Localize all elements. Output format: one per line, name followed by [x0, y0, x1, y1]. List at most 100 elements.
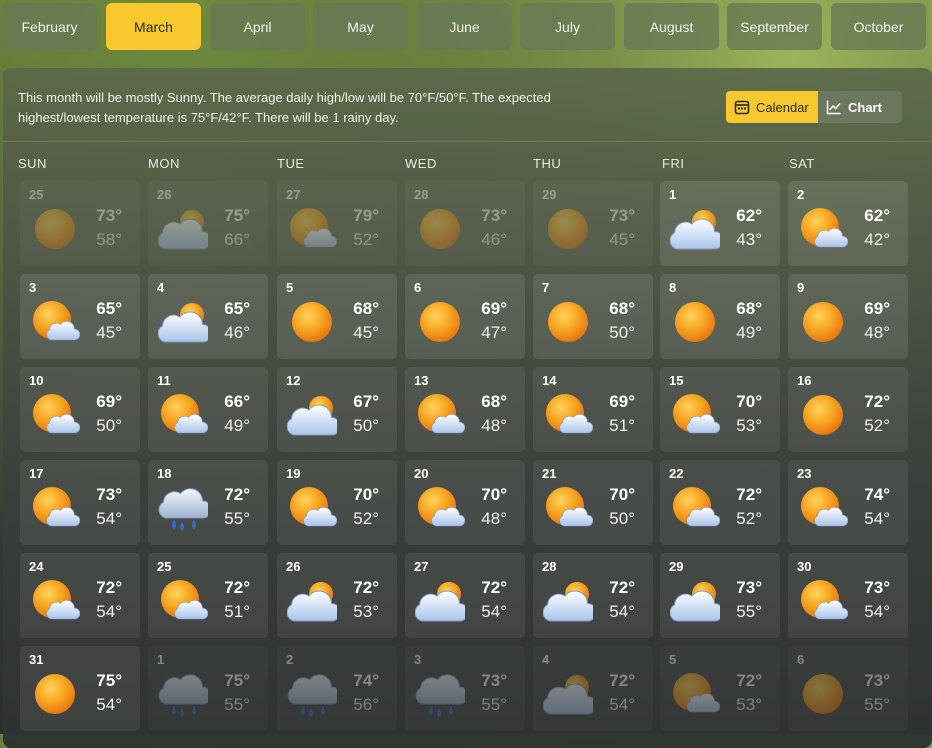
high-temperature: 67° [353, 392, 379, 411]
day-cell[interactable]: 27 79° 52° [277, 181, 397, 266]
day-cell[interactable]: 4 65° 46° [148, 274, 268, 359]
day-cell[interactable]: 4 72° 54° [533, 646, 653, 731]
low-temperature: 45° [353, 323, 379, 342]
tab-july[interactable]: July [520, 3, 615, 50]
day-cell[interactable]: 7 68° 50° [533, 274, 653, 359]
high-temperature: 72° [609, 671, 635, 690]
day-number: 27 [414, 559, 429, 574]
day-number: 30 [797, 559, 812, 574]
tab-april[interactable]: April [210, 3, 305, 50]
day-cell[interactable]: 6 73° 55° [788, 646, 908, 731]
sun-behind-cloud-icon [415, 582, 465, 622]
day-cell[interactable]: 25 72° 51° [148, 553, 268, 638]
day-cell[interactable]: 9 69° 48° [788, 274, 908, 359]
sun-small-cloud-icon [801, 208, 848, 248]
sun-icon [35, 209, 75, 249]
tab-february[interactable]: February [2, 3, 97, 50]
day-cell[interactable]: 14 69° 51° [533, 367, 653, 452]
day-cell[interactable]: 8 68° 49° [660, 274, 780, 359]
day-cell[interactable]: 28 73° 46° [405, 181, 525, 266]
day-cell[interactable]: 5 68° 45° [277, 274, 397, 359]
day-cell[interactable]: 3 73° 55° [405, 646, 525, 731]
tab-may[interactable]: May [313, 3, 408, 50]
tab-october[interactable]: October [831, 3, 926, 50]
day-cell[interactable]: 3 65° 45° [20, 274, 140, 359]
chart-view-button[interactable]: Chart [818, 91, 902, 123]
day-cell[interactable]: 23 74° 54° [788, 460, 908, 545]
high-temperature: 73° [481, 671, 507, 690]
low-temperature: 46° [481, 230, 507, 249]
high-temperature: 68° [353, 299, 379, 318]
day-number: 18 [157, 466, 172, 481]
day-cell[interactable]: 13 68° 48° [405, 367, 525, 452]
sun-icon [548, 302, 588, 342]
high-temperature: 72° [609, 578, 635, 597]
high-temperature: 62° [736, 206, 762, 225]
high-temperature: 69° [481, 299, 507, 318]
high-temperature: 68° [481, 392, 507, 411]
calendar-view-button[interactable]: Calendar [726, 91, 818, 123]
day-cell[interactable]: 2 74° 56° [277, 646, 397, 731]
sun-small-cloud-icon [33, 487, 80, 527]
day-number: 14 [542, 373, 557, 388]
chart-view-label: Chart [848, 99, 882, 115]
day-cell[interactable]: 22 72° 52° [660, 460, 780, 545]
sun-icon [803, 674, 843, 714]
day-cell[interactable]: 26 75° 66° [148, 181, 268, 266]
day-cell[interactable]: 17 73° 54° [20, 460, 140, 545]
day-cell[interactable]: 25 73° 58° [20, 181, 140, 266]
tab-march[interactable]: March [106, 3, 201, 50]
tab-august[interactable]: August [624, 3, 719, 50]
day-cell[interactable]: 1 62° 43° [660, 181, 780, 266]
high-temperature: 69° [864, 299, 890, 318]
day-cell[interactable]: 27 72° 54° [405, 553, 525, 638]
sun-small-cloud-icon [546, 394, 593, 434]
day-cell[interactable]: 28 72° 54° [533, 553, 653, 638]
day-cell[interactable]: 19 70° 52° [277, 460, 397, 545]
tab-june[interactable]: June [417, 3, 512, 50]
day-cell[interactable]: 5 72° 53° [660, 646, 780, 731]
high-temperature: 65° [96, 299, 122, 318]
high-temperature: 73° [609, 206, 635, 225]
day-cell[interactable]: 18 72° 55° [148, 460, 268, 545]
high-temperature: 73° [864, 578, 890, 597]
day-cell[interactable]: 31 75° 54° [20, 646, 140, 731]
day-cell[interactable]: 2 62° 42° [788, 181, 908, 266]
day-cell[interactable]: 16 72° 52° [788, 367, 908, 452]
day-cell[interactable]: 26 72° 53° [277, 553, 397, 638]
day-cell[interactable]: 12 67° 50° [277, 367, 397, 452]
day-cell[interactable]: 11 66° 49° [148, 367, 268, 452]
sun-icon [803, 302, 843, 342]
day-number: 4 [542, 652, 550, 667]
low-temperature: 55° [224, 695, 250, 714]
day-cell[interactable]: 21 70° 50° [533, 460, 653, 545]
tab-september[interactable]: September [727, 3, 822, 50]
day-cell[interactable]: 30 73° 54° [788, 553, 908, 638]
day-cell[interactable]: 10 69° 50° [20, 367, 140, 452]
month-summary: This month will be mostly Sunny. The ave… [18, 90, 551, 125]
day-number: 24 [29, 559, 44, 574]
day-cell[interactable]: 29 73° 55° [660, 553, 780, 638]
sun-icon [803, 395, 843, 435]
day-number: 27 [286, 187, 301, 202]
weekday-header-fri: FRI [662, 156, 685, 171]
day-number: 13 [414, 373, 429, 388]
day-cell[interactable]: 29 73° 45° [533, 181, 653, 266]
low-temperature: 52° [353, 509, 379, 528]
sun-small-cloud-icon [418, 487, 465, 527]
day-cell[interactable]: 20 70° 48° [405, 460, 525, 545]
sun-icon [420, 302, 460, 342]
weekday-header-tue: TUE [277, 156, 305, 171]
day-number: 2 [286, 652, 294, 667]
day-number: 5 [669, 652, 677, 667]
day-cell[interactable]: 6 69° 47° [405, 274, 525, 359]
view-toggle: Calendar Chart [726, 91, 902, 123]
day-number: 26 [157, 187, 172, 202]
low-temperature: 56° [353, 695, 379, 714]
day-number: 4 [157, 280, 165, 295]
sun-small-cloud-icon [418, 394, 465, 434]
day-cell[interactable]: 24 72° 54° [20, 553, 140, 638]
day-cell[interactable]: 15 70° 53° [660, 367, 780, 452]
day-cell[interactable]: 1 75° 55° [148, 646, 268, 731]
low-temperature: 52° [736, 509, 762, 528]
